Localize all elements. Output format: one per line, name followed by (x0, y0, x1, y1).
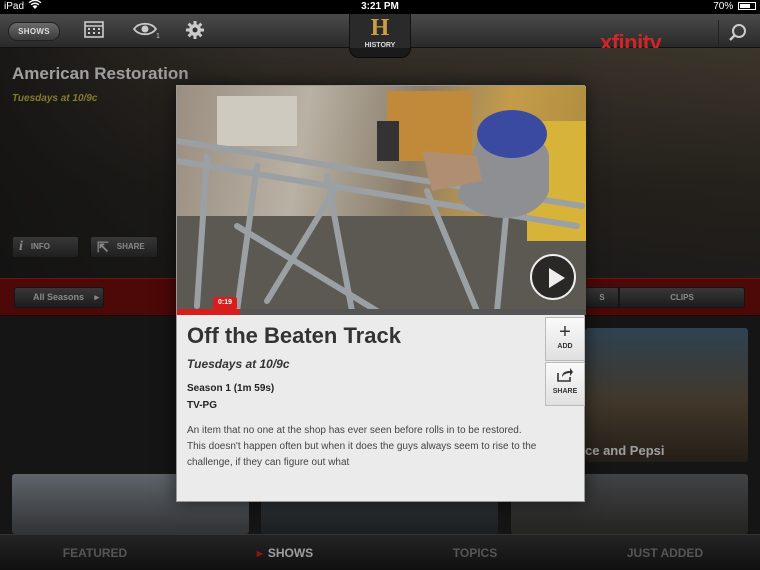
video-player[interactable] (177, 86, 586, 311)
watchlist-count: 1 (156, 33, 160, 40)
playback-time-badge: 0:19 (213, 297, 237, 309)
search-icon[interactable] (718, 20, 754, 46)
battery-icon (738, 2, 756, 11)
episode-airtime: Tuesdays at 10/9c (187, 357, 290, 371)
episode-season-duration: Season 1 (1m 59s) (187, 383, 275, 394)
video-frame (177, 91, 586, 311)
eye-icon[interactable]: 1 (132, 20, 161, 42)
episode-rating: TV-PG (187, 400, 218, 411)
episode-title: Off the Beaten Track (187, 323, 401, 348)
battery-percent: 70% (713, 1, 734, 12)
playback-progress-bar[interactable] (177, 309, 586, 315)
calendar-icon[interactable] (84, 20, 104, 42)
battery-fill (740, 4, 750, 9)
play-icon[interactable] (530, 254, 576, 300)
playback-progress-fill (177, 309, 241, 315)
episode-description: An item that no one at the shop has ever… (187, 425, 537, 468)
add-button-label: ADD (557, 343, 573, 350)
episode-share-label: SHARE (552, 388, 578, 395)
shows-back-button[interactable]: SHOWS (8, 22, 60, 41)
share-icon (546, 366, 584, 388)
episode-detail-modal: 0:19 Off the Beaten Track Tuesdays at 10… (176, 85, 586, 502)
gear-icon[interactable] (185, 20, 205, 44)
plus-icon: + (559, 321, 571, 343)
episode-share-button[interactable]: SHARE (545, 362, 585, 406)
add-button[interactable]: + ADD (545, 317, 585, 361)
status-bar: iPad 3:21 PM 70% (0, 0, 760, 14)
clock: 3:21 PM (361, 1, 399, 12)
history-logo-mark: H (370, 15, 390, 41)
battery-indicator: 70% (713, 1, 756, 12)
